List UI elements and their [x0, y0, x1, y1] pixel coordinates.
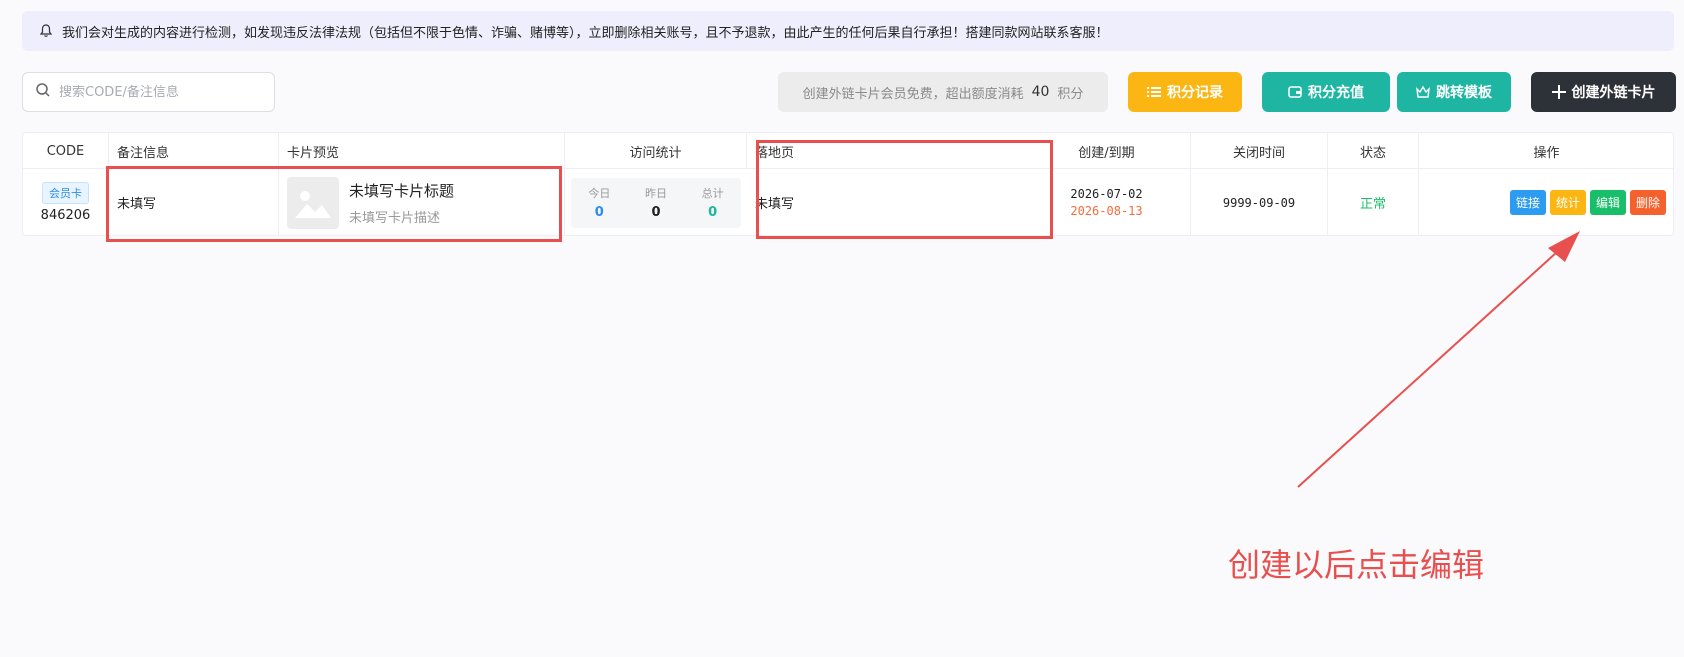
- annotation-text: 创建以后点击编辑: [1228, 546, 1485, 584]
